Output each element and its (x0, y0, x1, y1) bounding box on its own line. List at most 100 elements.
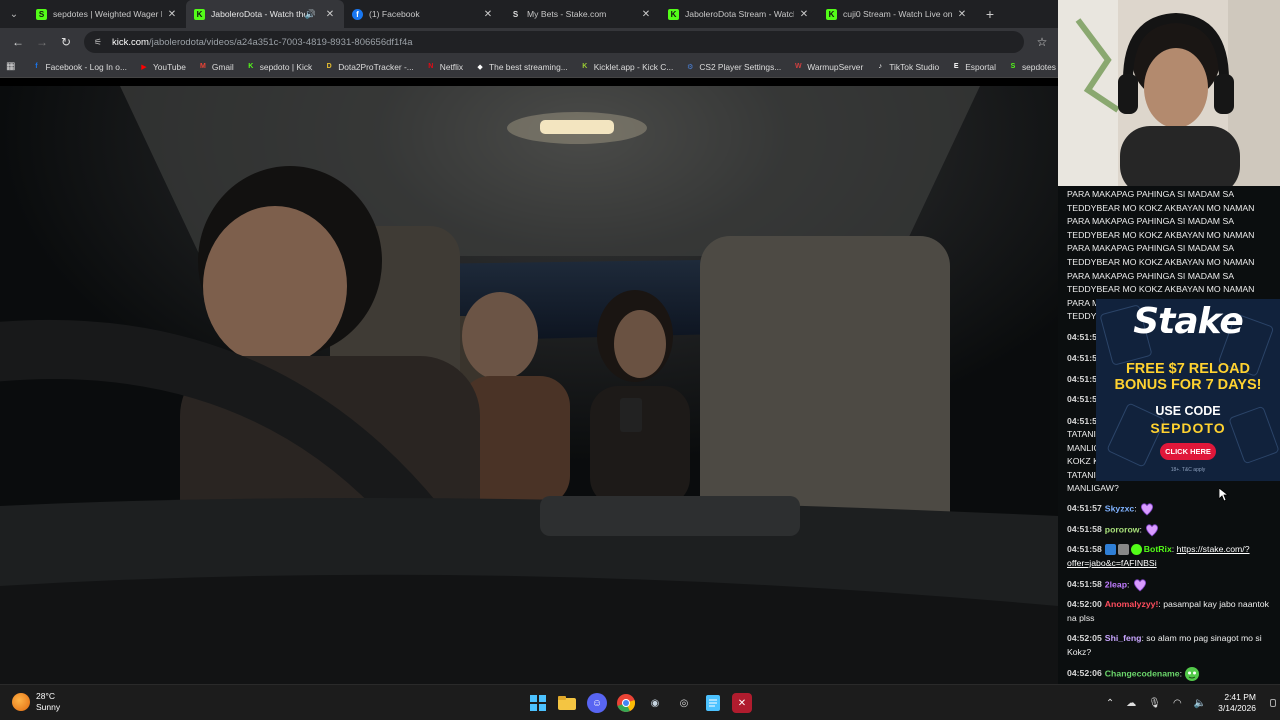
chat-username[interactable]: Anomalyzyy! (1105, 599, 1159, 609)
stake-favicon-icon: S (512, 9, 519, 19)
streamer-webcam (1058, 0, 1280, 186)
bookmark-item[interactable]: ◆ The best streaming... (475, 61, 568, 72)
bookmark-item[interactable]: W WarmupServer (793, 62, 863, 72)
notification-icon[interactable] (1270, 699, 1276, 707)
steam-icon[interactable]: ◉ (645, 693, 665, 713)
bookmark-item[interactable]: ▶ YouTube (139, 62, 186, 72)
chat-username[interactable]: 2leap (1105, 579, 1127, 589)
kick-favicon-icon: K (826, 8, 837, 20)
tab-3[interactable]: S My Bets - Stake.com ✕ (502, 0, 660, 28)
chat-username[interactable]: BotRix (1144, 544, 1172, 554)
tab-4[interactable]: K JaboleroDota Stream - Watch L ✕ (660, 0, 818, 28)
chat-message-line: TEDDYBEAR MO KOKZ AKBAYAN MO NAMAN (1067, 229, 1255, 240)
bookmark-item[interactable]: Ksepdoto | Kick (246, 62, 312, 72)
bot-badge-icon (1104, 544, 1116, 556)
tab-close-icon[interactable]: ✕ (956, 9, 968, 20)
tab-title: JaboleroDota Stream - Watch L (685, 9, 794, 19)
tab-close-icon[interactable]: ✕ (798, 9, 810, 20)
weather-widget[interactable]: 28°C Sunny (12, 691, 60, 713)
tab-close-icon[interactable]: ✕ (482, 9, 494, 20)
tab-2[interactable]: f (1) Facebook ✕ (344, 0, 502, 28)
bookmark-item[interactable]: N Netflix (426, 62, 463, 72)
bookmark-item[interactable]: K Kicklet.app - Kick C... (580, 62, 673, 72)
chat-message-line: TEDDYBEAR MO KOKZ AKBAYAN MO NAMAN (1067, 257, 1255, 267)
tab-title: My Bets - Stake.com (527, 9, 607, 19)
network-icon[interactable]: ☁ (1126, 698, 1136, 709)
tab-close-icon[interactable]: ✕ (640, 9, 652, 20)
bookmark-label: Netflix (439, 61, 464, 72)
bookmark-label: Esportal (965, 61, 996, 72)
bookmark-item[interactable]: D Dota2ProTracker -... (324, 62, 414, 72)
tab-title: (1) Facebook (369, 9, 420, 19)
wifi-icon[interactable]: ◠ (1173, 698, 1182, 709)
ad-click-here-button[interactable]: CLICK HERE (1160, 443, 1216, 460)
url-host: kick.com (112, 36, 149, 48)
speaker-icon[interactable]: 🔊 (305, 9, 316, 20)
url-path: /jabolerodota/videos/a24a351c-7003-4819-… (148, 36, 413, 48)
chat-message: 04:51:58 pororow: (1067, 522, 1272, 538)
heart-emote (1141, 503, 1154, 516)
chat-username[interactable]: pororow (1105, 524, 1140, 534)
kick-favicon-icon: K (668, 8, 679, 20)
bookmark-label: WarmupServer (807, 61, 864, 72)
bookmark-label: sepdoto | Kick (259, 61, 313, 72)
user-badge-icon (1117, 544, 1129, 556)
heart-emote (1146, 524, 1159, 537)
discord-icon[interactable]: ☺ (587, 693, 607, 713)
chat-message: 04:52:06 Changecodename: (1067, 666, 1272, 682)
volume-icon[interactable]: 🔈 (1194, 698, 1206, 709)
chat-username[interactable]: Shi_feng (1105, 633, 1142, 643)
chevron-up-icon[interactable]: ⌃ (1106, 698, 1114, 709)
tab-close-icon[interactable]: ✕ (324, 9, 336, 20)
kick-favicon-icon: K (194, 8, 205, 20)
video-player[interactable] (0, 86, 1058, 684)
bookmark-label: The best streaming... (489, 61, 568, 72)
chat-timestamp: 04:51:58 (1067, 544, 1102, 554)
bookmark-item[interactable]: M Gmail (198, 62, 234, 72)
red-app-icon[interactable]: ✕ (732, 693, 752, 713)
chat-username[interactable]: Changecodename (1105, 668, 1180, 678)
site-info-icon[interactable]: ⚟ (94, 37, 106, 48)
ad-fine-print: 18+. T&C apply (1170, 467, 1206, 473)
ad-promo-code: SEPDOTO (1150, 420, 1226, 436)
bookmark-label: Gmail (211, 61, 234, 72)
chrome-icon[interactable] (616, 693, 636, 713)
bookmark-item[interactable]: ⚙ CS2 Player Settings... (685, 62, 781, 72)
clock[interactable]: 2:41 PM 3/14/2026 (1218, 692, 1256, 714)
weather-desc: Sunny (36, 702, 61, 712)
bookmark-favicon-icon: ◆ (477, 63, 483, 71)
ad-headline: FREE $7 RELOAD BONUS FOR 7 DAYS! (1096, 361, 1280, 393)
bookmark-item[interactable]: f Facebook - Log In o... (31, 62, 127, 72)
chat-username[interactable]: Skyzxc (1105, 503, 1134, 513)
tab-title: JaboleroDota - Watch the V (211, 9, 305, 19)
tab-1[interactable]: K JaboleroDota - Watch the V 🔊 ✕ (186, 0, 344, 28)
car-interior-video-frame (0, 86, 1058, 684)
windows-start-icon[interactable] (528, 693, 548, 713)
new-tab-button[interactable]: + (976, 6, 1004, 22)
stake-ad-banner[interactable]: Stake FREE $7 RELOAD BONUS FOR 7 DAYS! US… (1096, 299, 1280, 481)
mouse-cursor-icon (1219, 488, 1229, 502)
obs-icon[interactable]: ◎ (674, 693, 694, 713)
forward-button[interactable]: → (30, 30, 54, 54)
file-explorer-icon[interactable] (557, 693, 577, 713)
chat-message-line: PARA MAKAPAG PAHINGA SI MADAM SA (1067, 189, 1235, 199)
back-button[interactable]: ← (6, 30, 30, 54)
apps-grid-icon[interactable]: ▦ (6, 61, 15, 72)
tab-search-icon[interactable]: ⌄ (0, 0, 28, 28)
ad-headline-line-1: FREE $7 RELOAD (1125, 361, 1251, 377)
tab-close-icon[interactable]: ✕ (166, 9, 178, 20)
screen: ⌄ S sepdotes | Weighted Wager Ra ✕ K Jab… (0, 0, 1280, 720)
ad-brand-logo: Stake (1133, 301, 1244, 342)
bookmark-item[interactable]: E Esportal (951, 62, 996, 72)
tab-0[interactable]: S sepdotes | Weighted Wager Ra ✕ (28, 0, 186, 28)
address-bar[interactable]: ⚟ kick.com/jabolerodota/videos/a24a351c-… (84, 31, 1024, 53)
bookmark-item[interactable]: ♪ TikTok Studio (875, 62, 940, 72)
microphone-icon[interactable]: 🎙 (1148, 698, 1161, 709)
bookmark-favicon-icon: K (582, 63, 588, 70)
chat-message-line: TEDDYBEAR MO KOKZ AKBAYAN MO NAMAN (1067, 284, 1255, 295)
bookmark-favicon-icon: W (794, 63, 802, 70)
notepad-icon[interactable] (703, 693, 723, 713)
reload-button[interactable]: ↻ (54, 30, 78, 54)
bookmark-star-icon[interactable]: ☆ (1030, 30, 1054, 54)
tab-5[interactable]: K cuji0 Stream - Watch Live on Ki ✕ (818, 0, 976, 28)
